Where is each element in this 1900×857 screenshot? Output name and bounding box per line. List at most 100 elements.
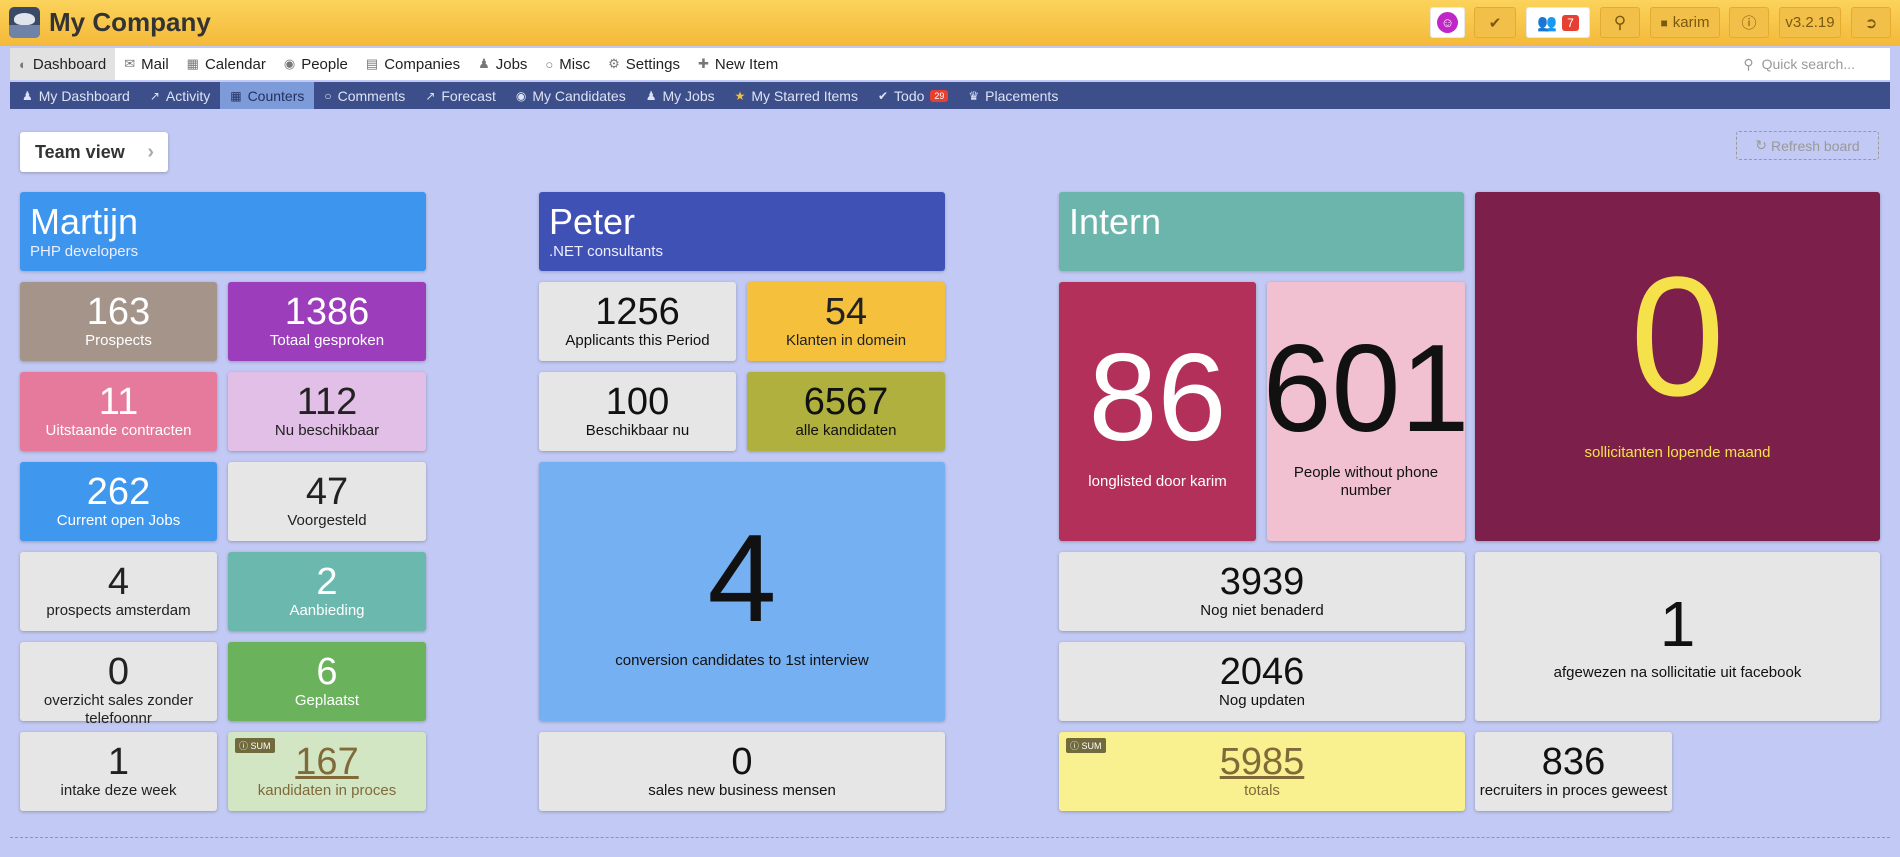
counter-alle-kandidaten[interactable]: 6567 alle kandidaten (747, 372, 945, 451)
group-subtitle: PHP developers (30, 243, 139, 260)
user-name: karim (1672, 14, 1710, 31)
counter-voorgesteld[interactable]: 47 Voorgesteld (228, 462, 426, 541)
jobs-icon: ♟ (645, 88, 657, 103)
company-logo[interactable] (9, 7, 40, 38)
search-icon: ⚲ (1743, 55, 1754, 72)
jobs-icon: ♟ (478, 56, 490, 71)
tasks-button[interactable]: ✔ (1474, 7, 1516, 38)
check-icon: ✔ (877, 88, 889, 103)
sub-nav: ♟ My Dashboard ↗ Activity ▦ Counters ○ Comme… (10, 82, 1890, 109)
user-icon: ♟ (22, 88, 33, 103)
board-divider (10, 837, 1890, 838)
counter-uitstaande-contracten[interactable]: 11 Uitstaande contracten (20, 372, 217, 451)
tab-todo[interactable]: ✔ Todo 29 (868, 82, 958, 109)
quick-search-input[interactable]: Quick search... (1762, 56, 1855, 72)
settings-icon: ⚙ (608, 56, 620, 71)
counter-recruiters-in-proces[interactable]: 836 recruiters in proces geweest (1475, 732, 1672, 811)
comments-icon: ○ (324, 88, 332, 103)
tab-my-candidates[interactable]: ◉ My Candidates (506, 82, 636, 109)
version-label: v3.2.19 (1785, 14, 1835, 31)
nav-companies[interactable]: ▤ Companies (357, 48, 469, 80)
refresh-icon: ↻ (1755, 137, 1767, 153)
chart-line-icon: ↗ (425, 88, 436, 103)
refresh-board-button[interactable]: ↻ Refresh board (1736, 131, 1879, 160)
mail-icon: ✉ (124, 56, 136, 71)
counter-beschikbaar-nu[interactable]: 100 Beschikbaar nu (539, 372, 736, 451)
counter-conversion-candidates[interactable]: 4 conversion candidates to 1st interview (539, 462, 945, 721)
nav-people[interactable]: ◉ People (275, 48, 357, 80)
counter-longlisted-door-karim[interactable]: 86 longlisted door karim (1059, 282, 1256, 541)
counter-afgewezen-facebook[interactable]: 1 afgewezen na sollicitatie uit facebook (1475, 552, 1880, 721)
tab-placements[interactable]: ♛ Placements (958, 82, 1068, 109)
counter-applicants-this-period[interactable]: 1256 Applicants this Period (539, 282, 736, 361)
misc-icon: ○ (545, 56, 554, 72)
info-icon: ⓘ (239, 741, 251, 751)
counter-overzicht-sales[interactable]: 0 overzicht sales zonder telefoonnr (20, 642, 217, 727)
accessibility-button[interactable]: ☺ (1430, 7, 1465, 38)
nav-misc[interactable]: ○ Misc (536, 48, 599, 80)
group-header-martijn: Martijn PHP developers (20, 192, 426, 271)
nav-calendar[interactable]: ▦ Calendar (178, 48, 275, 80)
counter-aanbieding[interactable]: 2 Aanbieding (228, 552, 426, 631)
people-icon: ◉ (283, 56, 296, 71)
company-name[interactable]: My Company (49, 7, 211, 38)
counter-nu-beschikbaar[interactable]: 112 Nu beschikbaar (228, 372, 426, 451)
tab-my-dashboard[interactable]: ♟ My Dashboard (12, 82, 140, 109)
user-requests-button[interactable]: 👥 7 (1526, 7, 1590, 38)
user-menu-button[interactable]: ■ karim (1650, 7, 1720, 38)
counter-geplaatst[interactable]: 6 Geplaatst (228, 642, 426, 721)
tab-my-starred-items[interactable]: ★ My Starred Items (725, 82, 868, 109)
counter-nog-updaten[interactable]: 2046 Nog updaten (1059, 642, 1465, 721)
companies-icon: ▤ (365, 56, 379, 71)
group-title: Intern (1069, 201, 1162, 242)
nav-mail[interactable]: ✉ Mail (115, 48, 177, 80)
counter-intake-deze-week[interactable]: 1 intake deze week (20, 732, 217, 811)
nav-new-item[interactable]: ✚ New Item (689, 48, 787, 80)
counter-people-without-phone[interactable]: 601 People without phone number (1267, 282, 1465, 541)
sum-badge: ⓘ SUM (235, 738, 275, 753)
group-subtitle: .NET consultants (549, 243, 663, 260)
main-nav: ◐ Dashboard ✉ Mail ▦ Calendar ◉ People ▤ Comp… (10, 48, 1890, 80)
counter-current-open-jobs[interactable]: 262 Current open Jobs (20, 462, 217, 541)
todo-badge: 29 (930, 89, 949, 102)
top-bar: My Company ☺ ✔ 👥 7 ⚲ ■ karim ⓘ v3.2.19 ➲ (0, 0, 1900, 46)
group-header-peter: Peter .NET consultants (539, 192, 945, 271)
grid-icon: ▦ (230, 88, 242, 103)
nav-dashboard[interactable]: ◐ Dashboard (10, 48, 116, 80)
version-button[interactable]: v3.2.19 (1779, 7, 1841, 38)
counter-totaal-gesproken[interactable]: 1386 Totaal gesproken (228, 282, 426, 361)
plus-icon: ✚ (697, 56, 709, 71)
user-requests-badge: 7 (1562, 14, 1579, 31)
group-title: Peter (549, 201, 636, 242)
tab-counters[interactable]: ▦ Counters (220, 82, 315, 109)
chart-line-icon: ↗ (149, 88, 160, 103)
dashboard-icon: ◐ (19, 56, 27, 72)
help-button[interactable]: ⓘ (1729, 7, 1769, 38)
counter-prospects[interactable]: 163 Prospects (20, 282, 217, 361)
nav-jobs[interactable]: ♟ Jobs (469, 48, 536, 80)
team-view-button[interactable]: Team view › (20, 132, 168, 172)
counter-nog-niet-benaderd[interactable]: 3939 Nog niet benaderd (1059, 552, 1465, 631)
logout-button[interactable]: ➲ (1851, 7, 1891, 38)
counter-sollicitanten-lopende-maand[interactable]: 0 sollicitanten lopende maand (1475, 192, 1880, 541)
counter-kandidaten-in-proces[interactable]: ⓘ SUM 167 kandidaten in proces (228, 732, 426, 811)
counter-totals[interactable]: ⓘ SUM 5985 totals (1059, 732, 1465, 811)
counter-prospects-amsterdam[interactable]: 4 prospects amsterdam (20, 552, 217, 631)
info-icon: ⓘ (1070, 741, 1082, 751)
search-button[interactable]: ⚲ (1600, 7, 1640, 38)
group-header-intern: Intern (1059, 192, 1464, 271)
check-icon: ✔ (1488, 14, 1502, 32)
nav-settings[interactable]: ⚙ Settings (599, 48, 689, 80)
tab-forecast[interactable]: ↗ Forecast (415, 82, 506, 109)
quick-search[interactable]: ⚲ Quick search... (1743, 48, 1855, 80)
star-icon: ★ (734, 88, 746, 103)
counter-sales-new-business[interactable]: 0 sales new business mensen (539, 732, 945, 811)
search-icon: ⚲ (1613, 12, 1627, 32)
tab-my-jobs[interactable]: ♟ My Jobs (636, 82, 725, 109)
accessibility-icon: ☺ (1437, 12, 1458, 33)
counter-klanten-in-domein[interactable]: 54 Klanten in domein (747, 282, 945, 361)
logout-icon: ➲ (1864, 14, 1878, 32)
briefcase-icon: ■ (1660, 15, 1668, 30)
tab-comments[interactable]: ○ Comments (314, 82, 415, 109)
tab-activity[interactable]: ↗ Activity (140, 82, 220, 109)
